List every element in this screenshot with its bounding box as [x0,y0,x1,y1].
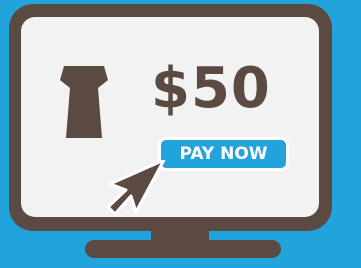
pay-now-button[interactable]: PAY NOW [158,137,289,171]
monitor-stand-base [85,240,281,258]
keystone-icon [60,66,108,138]
mouse-pointer-icon [106,160,166,216]
price-amount: $50 [151,56,271,121]
